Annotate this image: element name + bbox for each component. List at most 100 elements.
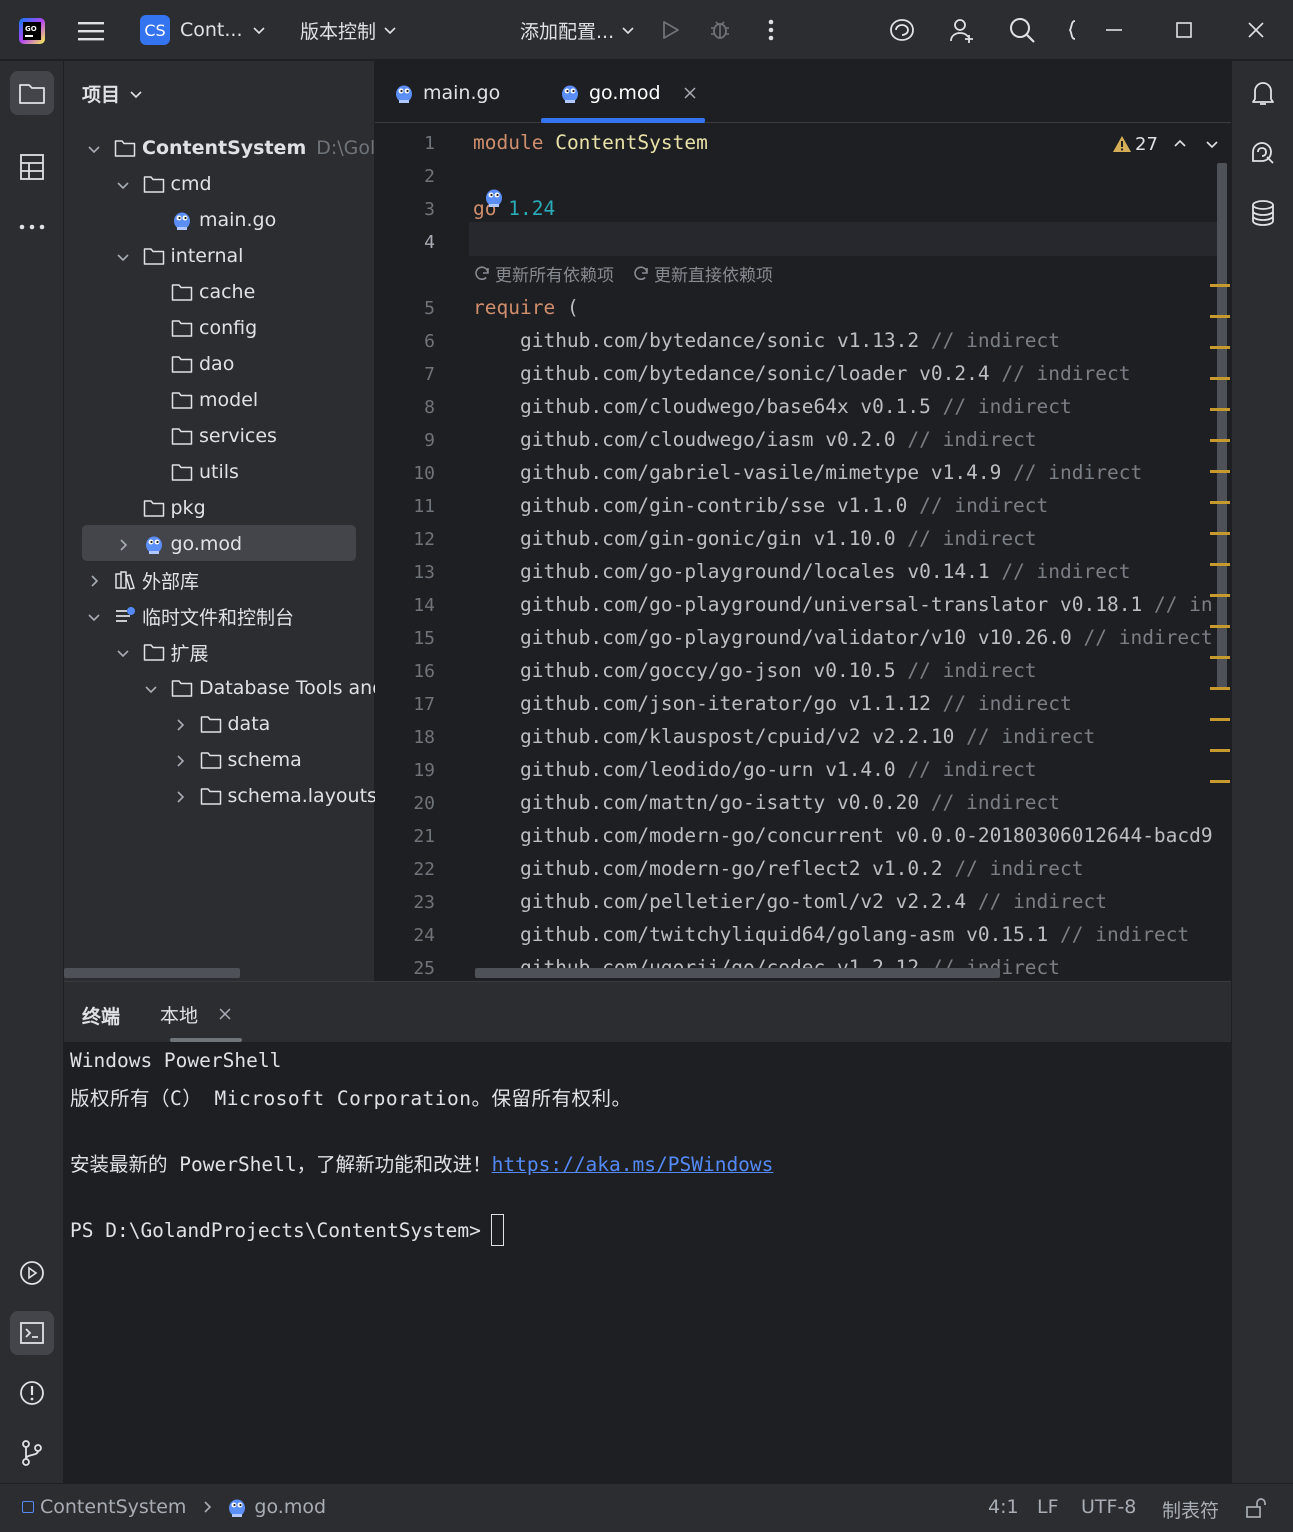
maximize-icon[interactable]	[1170, 16, 1198, 44]
tree-item[interactable]: utils	[143, 455, 239, 489]
problems-tool-button[interactable]	[10, 1371, 54, 1415]
tree-item[interactable]: internal	[115, 239, 243, 273]
chevron-right-icon[interactable]	[115, 537, 131, 553]
debug-icon[interactable]	[706, 16, 734, 44]
problems-icon	[20, 1381, 44, 1405]
tree-item[interactable]: go.mod	[115, 527, 242, 561]
tree-item[interactable]: pkg	[115, 491, 206, 525]
more-tools-button[interactable]	[10, 207, 54, 247]
tree-item[interactable]: schema	[172, 743, 302, 777]
chevron-right-icon[interactable]	[86, 573, 102, 589]
tree-item[interactable]: dao	[143, 347, 234, 381]
warning-marker[interactable]	[1210, 501, 1230, 504]
update-direct-deps-link[interactable]: 更新直接依赖项	[632, 261, 773, 286]
warning-marker[interactable]	[1210, 315, 1230, 318]
editor-vertical-scrollbar[interactable]	[1217, 163, 1227, 688]
warning-marker[interactable]	[1210, 284, 1230, 287]
tree-item[interactable]: 外部库	[86, 563, 199, 597]
project-switcher[interactable]: CS Cont...	[140, 14, 267, 46]
run-icon[interactable]	[656, 16, 684, 44]
warning-marker[interactable]	[1210, 532, 1230, 535]
chevron-down-icon[interactable]	[143, 681, 159, 697]
more-horizontal-icon	[19, 224, 45, 230]
terminal-prompt-line[interactable]: PS D:\GolandProjects\ContentSystem>	[70, 1214, 504, 1246]
tree-item[interactable]: Database Tools and	[143, 671, 375, 705]
update-all-deps-link[interactable]: 更新所有依赖项	[473, 261, 614, 286]
terminal-link[interactable]: https://aka.ms/PSWindows	[492, 1153, 774, 1176]
database-button[interactable]	[1241, 191, 1285, 235]
chevron-down-icon[interactable]	[115, 645, 131, 661]
tree-item[interactable]: data	[172, 707, 270, 741]
warning-marker[interactable]	[1210, 687, 1230, 690]
vcs-menu[interactable]: 版本控制	[300, 14, 398, 46]
go-gutter-icon[interactable]	[485, 187, 503, 211]
tab-go-mod[interactable]: go.mod	[561, 79, 697, 107]
terminal-tool-button[interactable]	[10, 1311, 54, 1355]
breadcrumb-file[interactable]: go.mod	[254, 1496, 326, 1518]
tree-item[interactable]: model	[143, 383, 258, 417]
tab-main-go[interactable]: main.go	[395, 79, 500, 107]
chevron-down-icon[interactable]	[115, 249, 131, 265]
line-separator[interactable]: LF	[1037, 1496, 1059, 1518]
chevron-right-icon[interactable]	[172, 753, 188, 769]
caret-position[interactable]: 4:1	[988, 1496, 1019, 1518]
warning-marker[interactable]	[1210, 439, 1230, 442]
add-user-icon[interactable]	[946, 14, 978, 46]
unlock-icon[interactable]	[1243, 1496, 1269, 1520]
chevron-down-icon[interactable]	[86, 609, 102, 625]
chevron-down-icon[interactable]	[115, 177, 131, 193]
chevron-down-icon[interactable]	[86, 141, 102, 157]
code-with-me-icon[interactable]	[1062, 16, 1082, 44]
warning-marker[interactable]	[1210, 625, 1230, 628]
services-tool-button[interactable]	[10, 1251, 54, 1295]
chevron-up-icon[interactable]	[1172, 136, 1188, 152]
warning-marker[interactable]	[1210, 780, 1230, 783]
close-tab-icon[interactable]	[683, 86, 697, 100]
warning-marker[interactable]	[1210, 594, 1230, 597]
tree-item[interactable]: 临时文件和控制台	[86, 599, 294, 633]
terminal-tab-local[interactable]: 本地	[160, 1002, 232, 1027]
warning-marker[interactable]	[1210, 377, 1230, 380]
chevron-right-icon[interactable]	[172, 717, 188, 733]
tree-item[interactable]: 扩展	[115, 635, 209, 669]
tree-item[interactable]: cmd	[115, 167, 212, 201]
ai-chat-button[interactable]	[1241, 131, 1285, 175]
ai-assistant-icon[interactable]	[886, 16, 918, 44]
run-config-selector[interactable]: 添加配置...	[520, 14, 636, 46]
warning-marker[interactable]	[1210, 718, 1230, 721]
goland-logo-icon[interactable]: GO	[18, 17, 46, 45]
tree-item[interactable]: ContentSystem D:\Goland	[86, 131, 375, 165]
indent-setting[interactable]: 制表符	[1162, 1496, 1219, 1523]
structure-tool-button[interactable]	[10, 145, 54, 189]
inspection-widget[interactable]: 27	[1112, 131, 1220, 157]
tree-item[interactable]: schema.layouts	[172, 779, 375, 813]
chevron-down-icon[interactable]	[1204, 136, 1220, 152]
search-icon[interactable]	[1006, 14, 1038, 46]
chevron-right-icon[interactable]	[172, 789, 188, 805]
tree-item[interactable]: config	[143, 311, 257, 345]
file-encoding[interactable]: UTF-8	[1081, 1496, 1136, 1518]
minimize-icon[interactable]	[1100, 16, 1128, 44]
tree-item[interactable]: services	[143, 419, 277, 453]
warning-marker[interactable]	[1210, 749, 1230, 752]
project-tool-button[interactable]	[10, 71, 54, 115]
git-tool-button[interactable]	[10, 1431, 54, 1475]
warning-marker[interactable]	[1210, 408, 1230, 411]
editor-horizontal-scrollbar[interactable]	[475, 968, 1000, 978]
main-menu-icon[interactable]	[76, 16, 106, 46]
notifications-button[interactable]	[1241, 71, 1285, 115]
warning-marker[interactable]	[1210, 656, 1230, 659]
tree-item[interactable]: main.go	[143, 203, 276, 237]
require-module: github.com/modern-go/reflect2 v1.0.2	[519, 857, 943, 880]
close-icon[interactable]	[1242, 16, 1270, 44]
more-actions-icon[interactable]	[758, 16, 784, 44]
right-tool-strip	[1231, 61, 1293, 1483]
breadcrumb-project[interactable]: ContentSystem	[40, 1496, 186, 1518]
tree-item[interactable]: cache	[143, 275, 255, 309]
warning-marker[interactable]	[1210, 563, 1230, 566]
code-area[interactable]: module ContentSystem go 1.24 更新所有依赖项 更新直接依赖…	[375, 123, 1231, 981]
warning-marker[interactable]	[1210, 346, 1230, 349]
close-tab-icon[interactable]	[218, 1007, 232, 1021]
horizontal-scrollbar[interactable]	[64, 968, 240, 978]
warning-marker[interactable]	[1210, 470, 1230, 473]
